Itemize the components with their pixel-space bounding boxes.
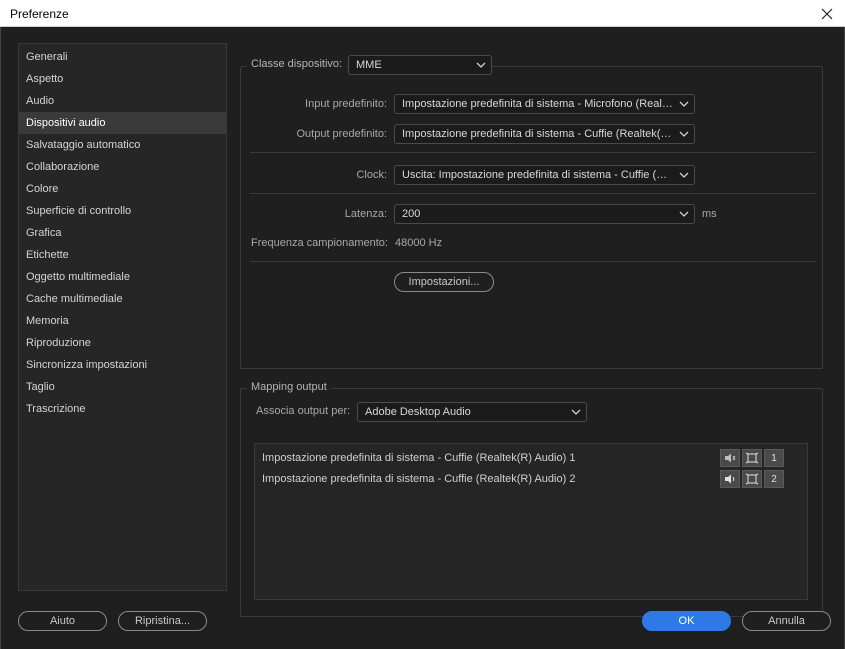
divider	[250, 193, 815, 194]
clock-value: Uscita: Impostazione predefinita di sist…	[402, 169, 694, 181]
sidebar-item-taglio[interactable]: Taglio	[19, 376, 226, 398]
latency-dropdown[interactable]: 200	[394, 204, 695, 224]
sidebar-item-dispositivi-audio[interactable]: Dispositivi audio	[19, 112, 226, 134]
clock-dropdown[interactable]: Uscita: Impostazione predefinita di sist…	[394, 165, 695, 185]
input-value: Impostazione predefinita di sistema - Mi…	[402, 98, 695, 110]
chevron-down-icon	[679, 101, 689, 107]
channel-bracket-icon[interactable]	[742, 449, 762, 467]
device-class-value: MME	[356, 59, 382, 71]
chevron-down-icon	[571, 409, 581, 415]
close-button[interactable]	[809, 0, 845, 27]
device-class-label: Classe dispositivo:	[247, 58, 347, 72]
speaker-muted-icon[interactable]	[720, 449, 740, 467]
chevron-down-icon	[679, 211, 689, 217]
latency-label: Latenza:	[344, 208, 387, 220]
sidebar-item-salvataggio-automatico[interactable]: Salvataggio automatico	[19, 134, 226, 156]
channel-number-label: 2	[771, 473, 777, 485]
reset-button[interactable]: Ripristina...	[118, 611, 207, 631]
list-item-label: Impostazione predefinita di sistema - Cu…	[262, 452, 576, 464]
close-icon	[821, 8, 833, 19]
output-dropdown[interactable]: Impostazione predefinita di sistema - Cu…	[394, 124, 695, 144]
settings-button[interactable]: Impostazioni...	[394, 272, 494, 292]
sidebar-item-collaborazione[interactable]: Collaborazione	[19, 156, 226, 178]
input-dropdown[interactable]: Impostazione predefinita di sistema - Mi…	[394, 94, 695, 114]
window-title: Preferenze	[10, 7, 69, 21]
channel-number-label: 1	[771, 452, 777, 464]
chevron-down-icon	[679, 131, 689, 137]
output-mapping-list: Impostazione predefinita di sistema - Cu…	[254, 443, 808, 600]
list-item[interactable]: Impostazione predefinita di sistema - Cu…	[255, 469, 807, 489]
title-bar: Preferenze	[0, 0, 845, 27]
sidebar-item-generali[interactable]: Generali	[19, 46, 226, 68]
output-label: Output predefinito:	[296, 128, 387, 140]
sample-rate-label: Frequenza campionamento:	[251, 237, 388, 249]
map-output-dropdown[interactable]: Adobe Desktop Audio	[357, 402, 587, 422]
ok-button[interactable]: OK	[642, 611, 731, 631]
output-value: Impostazione predefinita di sistema - Cu…	[402, 128, 695, 140]
sidebar-item-superficie-di-controllo[interactable]: Superficie di controllo	[19, 200, 226, 222]
channel-number[interactable]: 1	[764, 449, 784, 467]
sidebar-item-etichette[interactable]: Etichette	[19, 244, 226, 266]
chevron-down-icon	[679, 172, 689, 178]
latency-unit: ms	[702, 208, 717, 220]
clock-label: Clock:	[356, 169, 387, 181]
sidebar-item-riproduzione[interactable]: Riproduzione	[19, 332, 226, 354]
sidebar-item-grafica[interactable]: Grafica	[19, 222, 226, 244]
list-item-label: Impostazione predefinita di sistema - Cu…	[262, 473, 576, 485]
map-output-value: Adobe Desktop Audio	[365, 406, 471, 418]
sidebar-item-aspetto[interactable]: Aspetto	[19, 68, 226, 90]
divider	[250, 261, 815, 262]
divider	[250, 152, 815, 153]
sidebar-item-audio[interactable]: Audio	[19, 90, 226, 112]
speaker-icon[interactable]	[720, 470, 740, 488]
sidebar-item-memoria[interactable]: Memoria	[19, 310, 226, 332]
sidebar: Generali Aspetto Audio Dispositivi audio…	[18, 43, 227, 591]
input-label: Input predefinito:	[305, 98, 387, 110]
sidebar-item-sincronizza-impostazioni[interactable]: Sincronizza impostazioni	[19, 354, 226, 376]
device-class-dropdown[interactable]: MME	[348, 55, 492, 75]
cancel-button[interactable]: Annulla	[742, 611, 831, 631]
sidebar-item-oggetto-multimediale[interactable]: Oggetto multimediale	[19, 266, 226, 288]
sidebar-item-trascrizione[interactable]: Trascrizione	[19, 398, 226, 420]
list-item[interactable]: Impostazione predefinita di sistema - Cu…	[255, 448, 807, 468]
mapping-group-label: Mapping output	[247, 381, 331, 393]
latency-value: 200	[402, 208, 421, 220]
map-output-label: Associa output per:	[256, 405, 351, 417]
channel-number[interactable]: 2	[764, 470, 784, 488]
sidebar-item-colore[interactable]: Colore	[19, 178, 226, 200]
help-button[interactable]: Aiuto	[18, 611, 107, 631]
sidebar-item-cache-multimediale[interactable]: Cache multimediale	[19, 288, 226, 310]
sample-rate-value: 48000 Hz	[395, 237, 443, 249]
chevron-down-icon	[476, 62, 486, 68]
channel-bracket-icon[interactable]	[742, 470, 762, 488]
preferences-window: Generali Aspetto Audio Dispositivi audio…	[0, 27, 845, 649]
